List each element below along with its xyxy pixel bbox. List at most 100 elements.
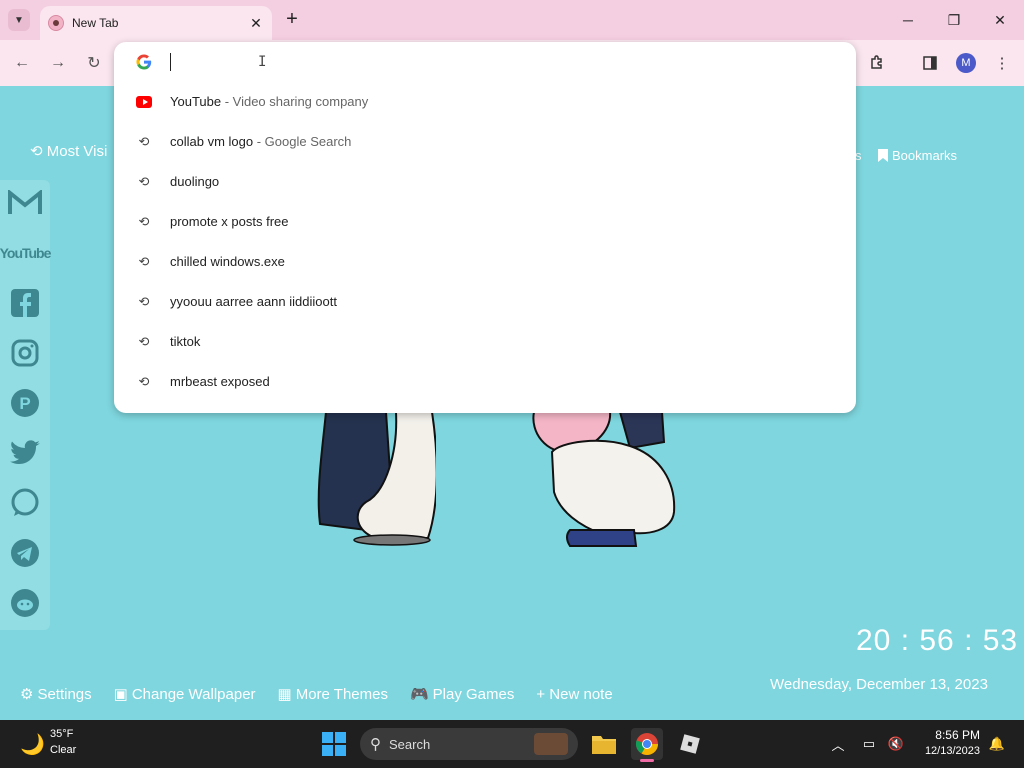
ibeam-cursor-icon: I [258,54,267,70]
suggestion-text: mrbeast exposed [170,374,270,389]
tab-search-button[interactable]: ▼ [8,9,30,31]
girl-illustration [532,412,676,547]
twitter-icon[interactable] [8,436,42,470]
suggestion-text: duolingo [170,174,220,189]
profile-avatar[interactable]: M [956,53,976,73]
suggestion-subtext: - Video sharing company [221,94,369,109]
bottom-links: ⚙ Settings ▣ Change Wallpaper ▦ More The… [20,685,613,704]
youtube-logo-icon [136,96,152,108]
file-explorer-button[interactable] [588,728,620,760]
suggestion-item[interactable]: ⟲ collab vm logo - Google Search [114,122,856,162]
new-note-link[interactable]: + New note [536,685,612,703]
tab-new-tab[interactable]: New Tab ✕ [40,6,272,40]
back-button[interactable]: ← [9,50,35,76]
address-bar[interactable]: I [114,42,856,82]
youtube-icon[interactable]: YouTube [0,236,51,270]
close-window-button[interactable]: ✕ [986,6,1014,34]
history-icon: ⟲ [30,143,43,160]
bookmarks-link[interactable]: Bookmarks [878,148,957,163]
facebook-icon[interactable] [8,286,42,320]
more-themes-link[interactable]: ▦ More Themes [277,685,388,704]
minimize-button[interactable]: ─ [894,6,922,34]
weather-desc[interactable]: Clear [50,744,76,756]
windows-logo-tile [322,745,333,756]
pinterest-icon[interactable]: P [8,386,42,420]
suggestion-item[interactable]: ⟲ yyoouu aarree aann iiddiioott [114,282,856,322]
weather-temp[interactable]: 35°F [50,728,73,740]
arrow-left-icon: ← [14,54,30,71]
whatsapp-icon[interactable] [8,486,42,520]
change-wallpaper-link[interactable]: ▣ Change Wallpaper [114,685,256,704]
windows-logo-tile [335,745,346,756]
folder-icon [592,736,616,754]
more-vert-icon: ⋮ [994,55,1010,72]
new-tab-button[interactable]: + [282,9,302,31]
search-icon: ⚲ [370,736,381,753]
reload-button[interactable]: ↻ [81,50,107,76]
suggestion-item[interactable]: ⟲ duolingo [114,162,856,202]
restore-icon: ❐ [947,11,961,28]
telegram-icon[interactable] [8,536,42,570]
volume-button[interactable]: 🔇 [884,732,908,756]
side-panel-button[interactable] [917,50,943,76]
moon-icon[interactable]: 🌙 [20,732,45,757]
search-highlight-icon [534,733,568,755]
suggestion-item[interactable]: ⟲ tiktok [114,322,856,362]
date-display: Wednesday, December 13, 2023 [770,676,988,693]
chrome-button[interactable] [631,728,663,762]
windows-logo-tile [322,732,333,743]
network-button[interactable]: ▭ [857,732,881,756]
minimize-icon: ─ [903,12,913,28]
google-icon [136,54,152,70]
bookmark-icon [878,149,888,162]
reddit-icon[interactable] [8,586,42,620]
taskbar-date[interactable]: 12/13/2023 [916,745,980,757]
tray-overflow-button[interactable]: ︿ [826,732,850,756]
chevron-up-icon: ︿ [831,737,845,753]
suggestion-text: tiktok [170,334,201,349]
youtube-icon [136,94,152,110]
text-caret [170,53,171,71]
play-games-link[interactable]: 🎮 Play Games [409,685,515,704]
taskbar-time[interactable]: 8:56 PM [916,728,980,742]
notifications-button[interactable]: 🔔 [985,732,1009,756]
forward-button[interactable]: → [45,50,71,76]
play-games-label: Play Games [432,685,515,703]
start-button[interactable] [322,732,346,756]
chevron-down-icon: ▼ [14,14,24,26]
instagram-icon[interactable] [8,336,42,370]
settings-label: Settings [37,685,92,703]
title-bar: ▼ New Tab ✕ + ─ ❐ ✕ [0,0,1024,40]
history-icon: ⟲ [138,294,150,309]
tab-favicon-icon [48,15,64,31]
suggestion-item[interactable]: ⟲ promote x posts free [114,202,856,242]
history-icon: ⟲ [138,134,150,149]
extensions-button[interactable] [864,50,890,76]
suggestion-item[interactable]: ⟲ chilled windows.exe [114,242,856,282]
roblox-button[interactable] [674,728,706,760]
most-visited-link[interactable]: ⟲ Most Visi [30,142,107,160]
gamepad-icon: 🎮 [409,686,429,703]
taskbar: 🌙 35°F Clear ⚲ Search ︿ ▭ 🔇 8:56 PM 12/1… [0,720,1024,768]
grid-icon: ▦ [277,686,292,703]
roblox-icon [680,734,700,754]
close-icon: ✕ [994,11,1006,28]
menu-button[interactable]: ⋮ [989,50,1015,76]
social-sidebar: YouTube P [0,180,51,630]
bookmarks-label: Bookmarks [892,148,958,163]
history-icon: ⟲ [138,214,150,229]
puzzle-icon [871,55,882,69]
taskbar-search[interactable]: ⚲ Search [360,728,578,760]
omnibox-dropdown: I YouTube - Video sharing company ⟲ collab… [114,42,856,413]
clock-display: 20 : 56 : 53 [856,624,1019,657]
gmail-icon[interactable] [8,186,42,220]
history-icon: ⟲ [138,254,150,269]
volume-muted-icon: 🔇 [887,736,905,751]
restore-button[interactable]: ❐ [940,6,968,34]
suggestion-item[interactable]: YouTube - Video sharing company [114,82,856,122]
settings-link[interactable]: ⚙ Settings [20,685,92,704]
suggestion-item[interactable]: ⟲ mrbeast exposed [114,362,856,402]
reload-icon: ↻ [87,55,101,72]
more-themes-label: More Themes [295,685,388,703]
close-tab-icon[interactable]: ✕ [248,15,264,32]
